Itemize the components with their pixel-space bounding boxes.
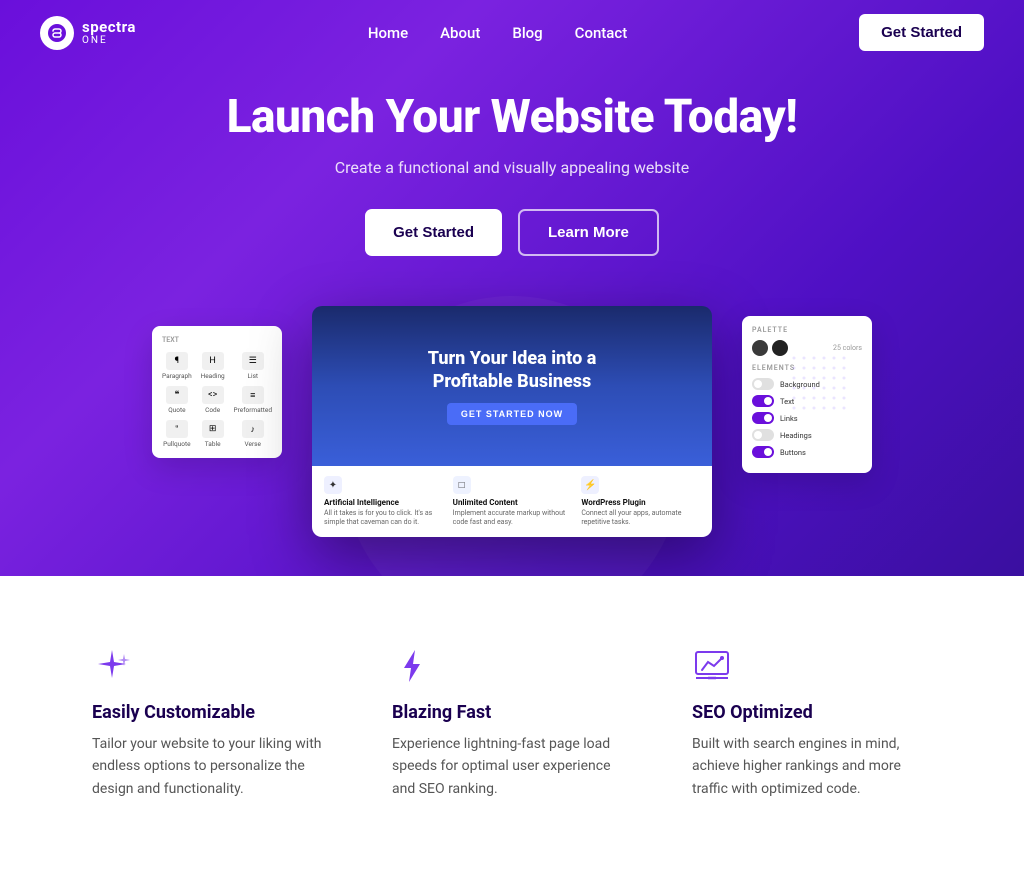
nav-blog[interactable]: Blog (512, 24, 542, 42)
brand-name-spectra: spectra (82, 19, 136, 36)
grid-item-pullquote: ‟ Pullquote (162, 420, 192, 448)
preview-main-title: Turn Your Idea into aProfitable Business (428, 347, 597, 394)
palette-count: 25 colors (833, 344, 862, 352)
bolt-icon (392, 646, 432, 686)
feature-fast-desc: Experience lightning-fast page load spee… (392, 733, 632, 800)
hero-title: Launch Your Website Today! (227, 90, 798, 144)
element-row-links: Links (752, 412, 862, 424)
preview-right-panel: PALETTE 25 colors ELEMENTS Background Te… (742, 316, 872, 473)
preview-palette-title: PALETTE (752, 326, 862, 334)
preview-main-cta-button[interactable]: GET STARTED NOW (447, 403, 577, 425)
preview-features-row: ✦ Artificial Intelligence All it takes i… (312, 466, 712, 537)
palette-circle-dark (752, 340, 768, 356)
grid-item-list: ☰ List (234, 352, 272, 380)
features-section: Easily Customizable Tailor your website … (0, 576, 1024, 870)
grid-item-quote: ❝ Quote (162, 386, 192, 414)
logo[interactable]: spectra one (40, 16, 136, 50)
nav-home[interactable]: Home (368, 24, 408, 42)
preview-left-panel: TEXT ¶ Paragraph H Heading ☰ List ❝ Quot… (152, 326, 282, 458)
grid-item-paragraph: ¶ Paragraph (162, 352, 192, 380)
preview-feature-plugin: ⚡ WordPress Plugin Connect all your apps… (581, 476, 700, 527)
toggle-text[interactable] (752, 395, 774, 407)
hero-preview: TEXT ¶ Paragraph H Heading ☰ List ❝ Quot… (152, 306, 872, 576)
grid-item-preformatted: ≡ Preformatted (234, 386, 272, 414)
feature-fast-title: Blazing Fast (392, 702, 632, 723)
grid-item-heading: H Heading (198, 352, 228, 380)
hero-section: Launch Your Website Today! Create a func… (0, 0, 1024, 576)
feature-customizable-title: Easily Customizable (92, 702, 332, 723)
element-row-background: Background (752, 378, 862, 390)
preview-grid: ¶ Paragraph H Heading ☰ List ❝ Quote <> (162, 352, 272, 448)
grid-item-verse: ♪ Verse (234, 420, 272, 448)
elements-title: ELEMENTS (752, 364, 862, 372)
hero-subtitle: Create a functional and visually appeali… (335, 158, 690, 177)
ai-icon: ✦ (324, 476, 342, 494)
grid-item-code: <> Code (198, 386, 228, 414)
toggle-headings[interactable] (752, 429, 774, 441)
preview-feature-content: □ Unlimited Content Implement accurate m… (453, 476, 572, 527)
feature-seo-title: SEO Optimized (692, 702, 932, 723)
element-row-headings: Headings (752, 429, 862, 441)
preview-main-image: Turn Your Idea into aProfitable Business… (312, 306, 712, 466)
nav-links: Home About Blog Contact (368, 23, 627, 42)
palette-row: 25 colors (752, 340, 862, 356)
nav-about[interactable]: About (440, 24, 480, 42)
toggle-background[interactable] (752, 378, 774, 390)
grid-item-table: ⊞ Table (198, 420, 228, 448)
hero-buttons: Get Started Learn More (365, 209, 659, 256)
toggle-links[interactable] (752, 412, 774, 424)
feature-seo: SEO Optimized Built with search engines … (692, 646, 932, 800)
navbar-get-started-button[interactable]: Get Started (859, 14, 984, 51)
brand-name-one: one (82, 35, 136, 46)
preview-left-title: TEXT (162, 336, 272, 344)
feature-fast: Blazing Fast Experience lightning-fast p… (392, 646, 632, 800)
logo-icon (40, 16, 74, 50)
feature-customizable: Easily Customizable Tailor your website … (92, 646, 332, 800)
feature-customizable-desc: Tailor your website to your liking with … (92, 733, 332, 800)
palette-circle-darker (772, 340, 788, 356)
toggle-buttons[interactable] (752, 446, 774, 458)
sparkle-icon (92, 646, 132, 686)
preview-main-card: Turn Your Idea into aProfitable Business… (312, 306, 712, 537)
content-icon: □ (453, 476, 471, 494)
feature-seo-desc: Built with search engines in mind, achie… (692, 733, 932, 800)
element-row-buttons: Buttons (752, 446, 862, 458)
nav-contact[interactable]: Contact (575, 24, 628, 42)
hero-learn-more-button[interactable]: Learn More (518, 209, 659, 256)
chart-icon (692, 646, 732, 686)
hero-get-started-button[interactable]: Get Started (365, 209, 502, 256)
navbar: spectra one Home About Blog Contact Get … (0, 0, 1024, 65)
preview-feature-ai: ✦ Artificial Intelligence All it takes i… (324, 476, 443, 527)
plugin-icon: ⚡ (581, 476, 599, 494)
element-row-text: Text (752, 395, 862, 407)
